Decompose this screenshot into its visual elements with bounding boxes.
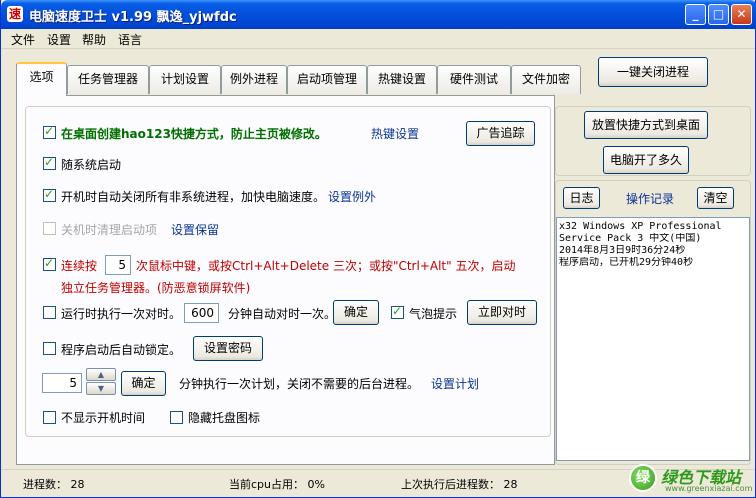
timer-confirm-button[interactable]: 确定 (333, 300, 379, 325)
consecutive-press-label: 连续按 (61, 259, 98, 273)
set-exception-link[interactable]: 设置例外 (328, 188, 376, 205)
operation-record-label: 操作记录 (626, 192, 675, 206)
bubble-tip-label: 气泡提示 (409, 307, 458, 321)
consecutive-press-desc-line2: 独立任务管理器。(防恶意锁屏软件) (61, 281, 251, 295)
auto-close-checkbox[interactable] (43, 187, 56, 202)
hide-tray-label: 隐藏托盘图标 (188, 411, 261, 425)
window-title: 电脑速度卫士 v1.99 飘逸_yjwfdc (29, 10, 237, 25)
watermark: 绿 绿色下载站 www.greenxiazai.com (625, 462, 756, 496)
menu-language[interactable]: 语言 (118, 31, 142, 48)
set-schedule-link[interactable]: 设置计划 (431, 375, 479, 392)
minimize-button[interactable]: _ (685, 4, 706, 25)
menu-help[interactable]: 帮助 (82, 31, 106, 48)
shutdown-clean-label: 关机时清理启动项 (61, 223, 158, 237)
watermark-logo-icon: 绿 (629, 464, 657, 492)
main-window: 速 电脑速度卫士 v1.99 飘逸_yjwfdc _ □ ✕ 文件 设置 帮助 … (0, 0, 756, 498)
hotkey-settings-link[interactable]: 热键设置 (371, 125, 419, 142)
startup-label: 随系统启动 (61, 158, 122, 172)
consecutive-press-desc: 次鼠标中键，或按Ctrl+Alt+Delete 三次；或按"Ctrl+Alt" … (136, 259, 516, 273)
schedule-desc: 分钟执行一次计划，关闭不需要的后台进程。 (179, 377, 420, 391)
auto-lock-label: 程序启动后自动锁定。 (61, 343, 182, 357)
log-line: x32 Windows XP Professional (559, 221, 722, 232)
startup-checkbox[interactable] (43, 155, 56, 170)
spin-up-arrow-icon[interactable]: ▲ (86, 368, 116, 381)
uptime-button[interactable]: 电脑开了多久 (603, 146, 689, 174)
consecutive-press-checkbox[interactable] (43, 256, 56, 271)
tab-schedule[interactable]: 计划设置 (149, 65, 221, 94)
menu-settings[interactable]: 设置 (47, 31, 71, 48)
auto-close-label: 开机时自动关闭所有非系统进程，加快电脑速度。 (61, 190, 326, 204)
log-line: Service Pack 3 中文(中国) (559, 233, 702, 244)
hide-boot-time-checkbox[interactable] (43, 411, 56, 424)
ad-tracking-button[interactable]: 广告追踪 (466, 121, 535, 146)
process-count: 进程数： 28 (23, 478, 85, 491)
place-shortcut-button[interactable]: 放置快捷方式到桌面 (584, 111, 708, 139)
spin-down-arrow-icon[interactable]: ▼ (86, 382, 116, 395)
title-bar[interactable]: 速 电脑速度卫士 v1.99 飘逸_yjwfdc _ □ ✕ (1, 0, 756, 29)
set-password-button[interactable]: 设置密码 (193, 336, 263, 361)
log-button[interactable]: 日志 (563, 187, 600, 209)
log-line: 2014年8月3日9时36分24秒 (559, 245, 686, 256)
tab-options[interactable]: 选项 (16, 62, 67, 96)
schedule-minutes-input[interactable]: 5 (42, 373, 82, 393)
bubble-tip-checkbox[interactable] (391, 304, 404, 319)
log-textbox[interactable]: x32 Windows XP Professional Service Pack… (556, 217, 750, 461)
set-keep-link[interactable]: 设置保留 (171, 221, 219, 238)
timer-desc: 分钟自动对时一次。 (228, 307, 337, 321)
close-button[interactable]: ✕ (731, 4, 752, 25)
hide-boot-time-label: 不显示开机时间 (61, 411, 146, 425)
consecutive-count-input[interactable]: 5 (105, 255, 131, 275)
tab-startup[interactable]: 启动项管理 (287, 65, 367, 94)
menu-bar: 文件 设置 帮助 语言 (1, 29, 755, 49)
tab-task-manager[interactable]: 任务管理器 (67, 65, 149, 94)
last-exec-process-count: 上次执行后进程数： 28 (401, 478, 518, 491)
clear-log-button[interactable]: 清空 (697, 187, 734, 209)
close-processes-button[interactable]: 一键关闭进程 (598, 57, 708, 87)
desktop-shortcut-checkbox[interactable] (43, 124, 56, 139)
timer-checkbox[interactable] (43, 306, 56, 319)
app-icon: 速 (7, 6, 23, 22)
auto-lock-checkbox[interactable] (43, 342, 56, 355)
timer-label: 运行时执行一次对时。 (61, 307, 182, 321)
tab-encrypt[interactable]: 文件加密 (511, 65, 581, 94)
log-line: 程序启动，已开机29分钟40秒 (559, 257, 694, 268)
sync-now-button[interactable]: 立即对时 (467, 300, 537, 325)
hide-tray-checkbox[interactable] (170, 411, 183, 424)
shutdown-clean-checkbox[interactable] (43, 222, 56, 235)
timer-minutes-input[interactable]: 600 (184, 303, 219, 323)
menu-file[interactable]: 文件 (11, 31, 35, 48)
tab-hotkey[interactable]: 热键设置 (367, 65, 437, 94)
schedule-confirm-button[interactable]: 确定 (121, 371, 166, 396)
desktop-shortcut-label: 在桌面创建hao123快捷方式，防止主页被修改。 (61, 127, 327, 141)
tab-exception[interactable]: 例外进程 (221, 65, 287, 94)
cpu-usage: 当前cpu占用： 0% (229, 478, 325, 491)
tab-hardware[interactable]: 硬件测试 (437, 65, 511, 94)
maximize-button[interactable]: □ (708, 4, 729, 25)
watermark-url: www.greenxiazai.com (665, 484, 753, 493)
